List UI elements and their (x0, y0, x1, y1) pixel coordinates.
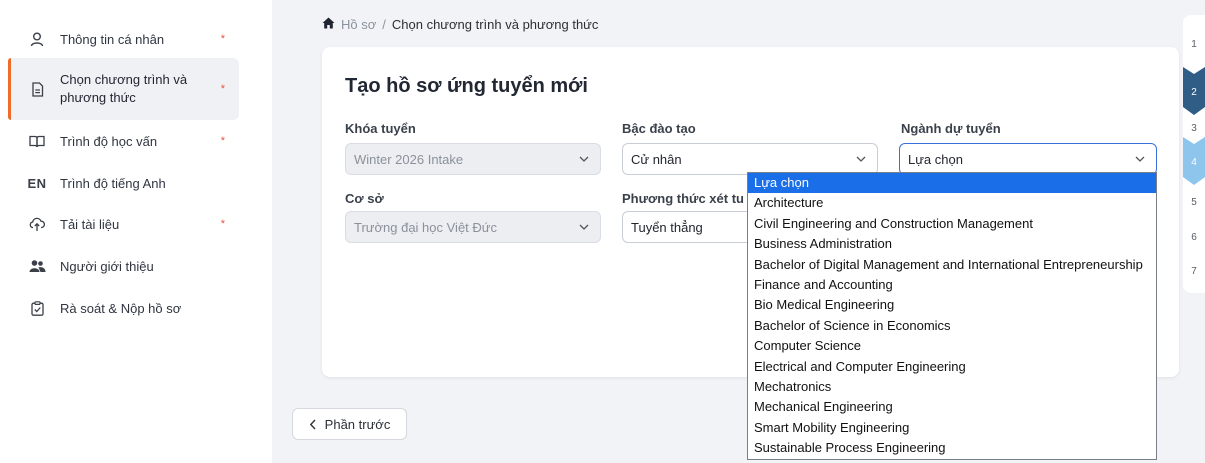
home-icon[interactable] (322, 17, 335, 32)
step-2[interactable]: 2 (1183, 87, 1205, 98)
required-marker: * (220, 218, 225, 230)
sidebar-item-english[interactable]: EN Trình độ tiếng Anh (8, 171, 239, 195)
major-label: Ngành dự tuyển (901, 121, 1001, 136)
sidebar-item-label: Tải tài liệu (60, 216, 120, 232)
major-value: Lựa chọn (908, 151, 963, 167)
major-option[interactable]: Mechanical Engineering (748, 397, 1156, 417)
major-option[interactable]: Mechatronics (748, 377, 1156, 397)
user-icon (26, 32, 48, 47)
sidebar-item-referees[interactable]: Người giới thiệu (8, 254, 239, 278)
upload-cloud-icon (26, 217, 48, 232)
sidebar-item-label: Người giới thiệu (60, 258, 154, 274)
previous-button-label: Phần trước (324, 416, 391, 432)
major-option[interactable]: Bio Medical Engineering (748, 295, 1156, 315)
campus-label: Cơ sở (345, 191, 384, 206)
sidebar-item-education[interactable]: Trình độ học vấn * (8, 129, 239, 153)
major-option[interactable]: Business Administration (748, 234, 1156, 254)
document-icon (26, 81, 48, 97)
intake-label: Khóa tuyển (345, 121, 416, 136)
chevron-down-icon (1135, 156, 1145, 162)
sidebar-item-program[interactable]: Chọn chương trình và phương thức * (8, 58, 239, 120)
major-option[interactable]: Electrical and Computer Engineering (748, 357, 1156, 377)
step-7[interactable]: 7 (1183, 266, 1205, 277)
major-option[interactable]: Bachelor of Digital Management and Inter… (748, 255, 1156, 275)
major-option[interactable]: Lựa chọn (748, 173, 1156, 194)
book-icon (26, 135, 48, 148)
sidebar-item-label: Chọn chương trình và phương thức (60, 72, 188, 105)
sidebar-item-label: Trình độ học vấn (60, 133, 158, 149)
sidebar-item-label: Trình độ tiếng Anh (60, 175, 166, 191)
required-marker: * (220, 135, 225, 147)
intake-value: Winter 2026 Intake (354, 151, 464, 167)
sidebar-item-review-submit[interactable]: Rà soát & Nộp hồ sơ (8, 296, 239, 320)
chevron-down-icon (856, 156, 866, 162)
step-4[interactable]: 4 (1183, 157, 1205, 168)
step-1[interactable]: 1 (1183, 39, 1205, 50)
breadcrumb: Hồ sơ / Chọn chương trình và phương thức (322, 17, 598, 32)
en-badge: EN (27, 175, 47, 191)
major-select[interactable]: Lựa chọn (899, 143, 1157, 175)
method-value: Tuyển thẳng (631, 219, 703, 235)
major-option[interactable]: Civil Engineering and Construction Manag… (748, 214, 1156, 234)
degree-select[interactable]: Cử nhân (622, 143, 878, 175)
major-option[interactable]: Computer Science (748, 336, 1156, 356)
sidebar-item-documents[interactable]: Tải tài liệu * (8, 212, 239, 236)
sidebar: Thông tin cá nhân * Chọn chương trình và… (0, 0, 272, 463)
people-icon (26, 259, 48, 273)
sidebar-item-label: Thông tin cá nhân (60, 31, 165, 47)
breadcrumb-current: Chọn chương trình và phương thức (391, 17, 599, 32)
required-marker: * (220, 33, 225, 45)
degree-value: Cử nhân (631, 151, 682, 167)
major-option[interactable]: Bachelor of Science in Economics (748, 316, 1156, 336)
major-option[interactable]: Architecture (748, 193, 1156, 213)
step-progress-rail: 1 2 3 4 5 6 7 (1183, 15, 1205, 293)
step-3[interactable]: 3 (1183, 123, 1205, 134)
intake-select: Winter 2026 Intake (345, 143, 601, 175)
sidebar-item-label: Rà soát & Nộp hồ sơ (60, 300, 182, 316)
page-title: Tạo hồ sơ ứng tuyển mới (345, 75, 588, 97)
sidebar-item-personal-info[interactable]: Thông tin cá nhân * (8, 27, 239, 51)
step-6[interactable]: 6 (1183, 232, 1205, 243)
major-option[interactable]: Smart Mobility Engineering (748, 418, 1156, 438)
chevron-left-icon (309, 419, 316, 429)
major-option[interactable]: Finance and Accounting (748, 275, 1156, 295)
campus-value: Trường đại học Việt Đức (354, 219, 497, 235)
previous-button[interactable]: Phần trước (292, 408, 407, 440)
major-option[interactable]: Sustainable Process Engineering (748, 438, 1156, 458)
breadcrumb-root[interactable]: Hồ sơ (341, 17, 376, 32)
step-5[interactable]: 5 (1183, 197, 1205, 208)
chevron-down-icon (579, 224, 589, 230)
campus-select: Trường đại học Việt Đức (345, 211, 601, 243)
chevron-down-icon (579, 156, 589, 162)
major-dropdown-list[interactable]: Lựa chọn Architecture Civil Engineering an… (747, 172, 1157, 460)
degree-label: Bậc đào tạo (622, 121, 696, 136)
breadcrumb-separator: / (382, 17, 386, 32)
method-label: Phương thức xét tu (622, 191, 744, 206)
clipboard-check-icon (26, 300, 48, 316)
required-marker: * (220, 83, 225, 95)
